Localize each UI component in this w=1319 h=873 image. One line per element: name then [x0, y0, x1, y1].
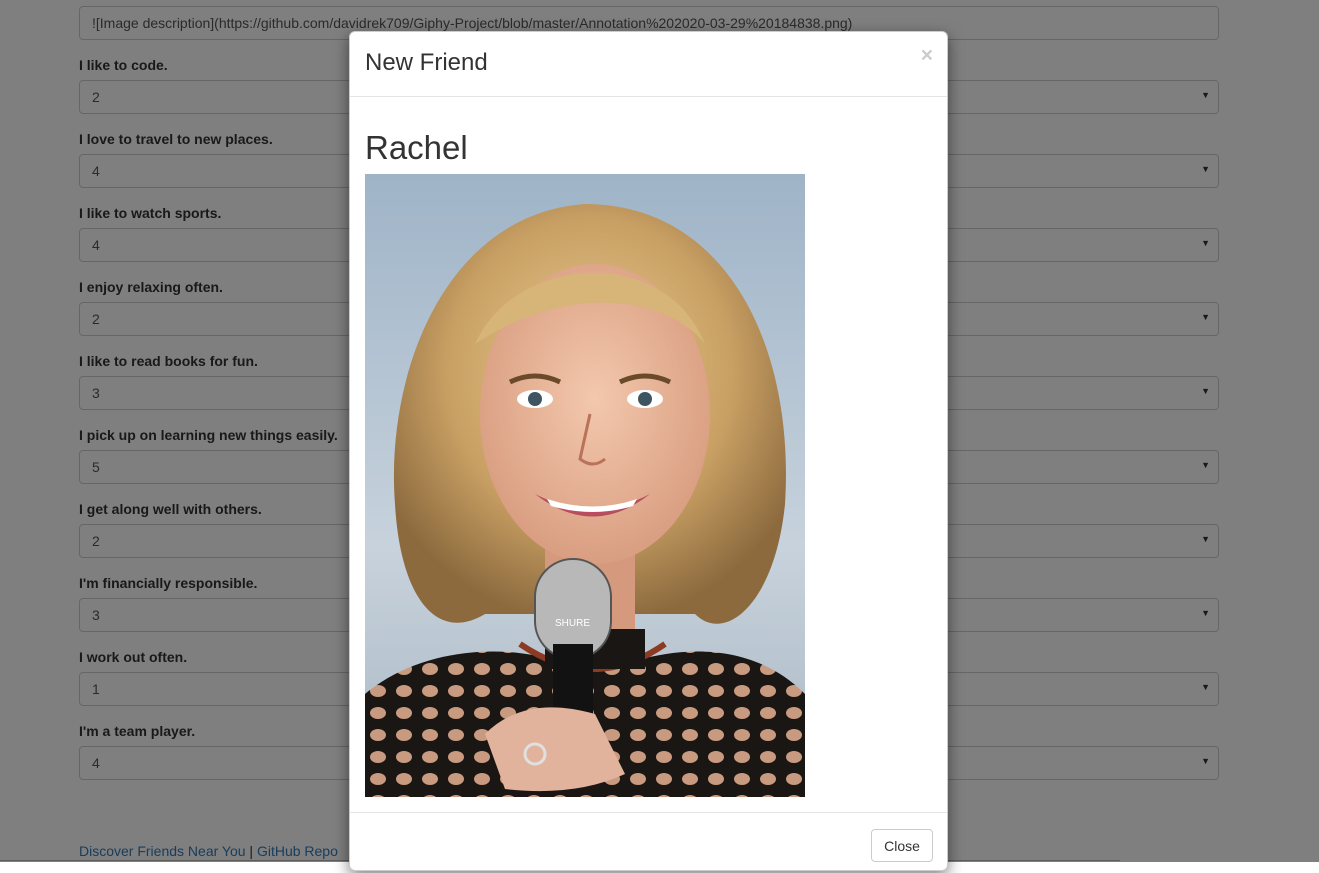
close-button[interactable]: Close: [871, 829, 933, 862]
modal-title: New Friend: [365, 49, 488, 76]
modal-footer: Close: [350, 812, 947, 873]
svg-text:SHURE: SHURE: [555, 618, 590, 629]
friend-photo: SHURE: [365, 174, 805, 797]
new-friend-modal: New Friend × Rachel SHURE Close: [349, 31, 948, 871]
close-icon[interactable]: ×: [921, 44, 933, 68]
modal-header: New Friend ×: [350, 32, 947, 97]
friend-name: Rachel: [365, 129, 468, 166]
